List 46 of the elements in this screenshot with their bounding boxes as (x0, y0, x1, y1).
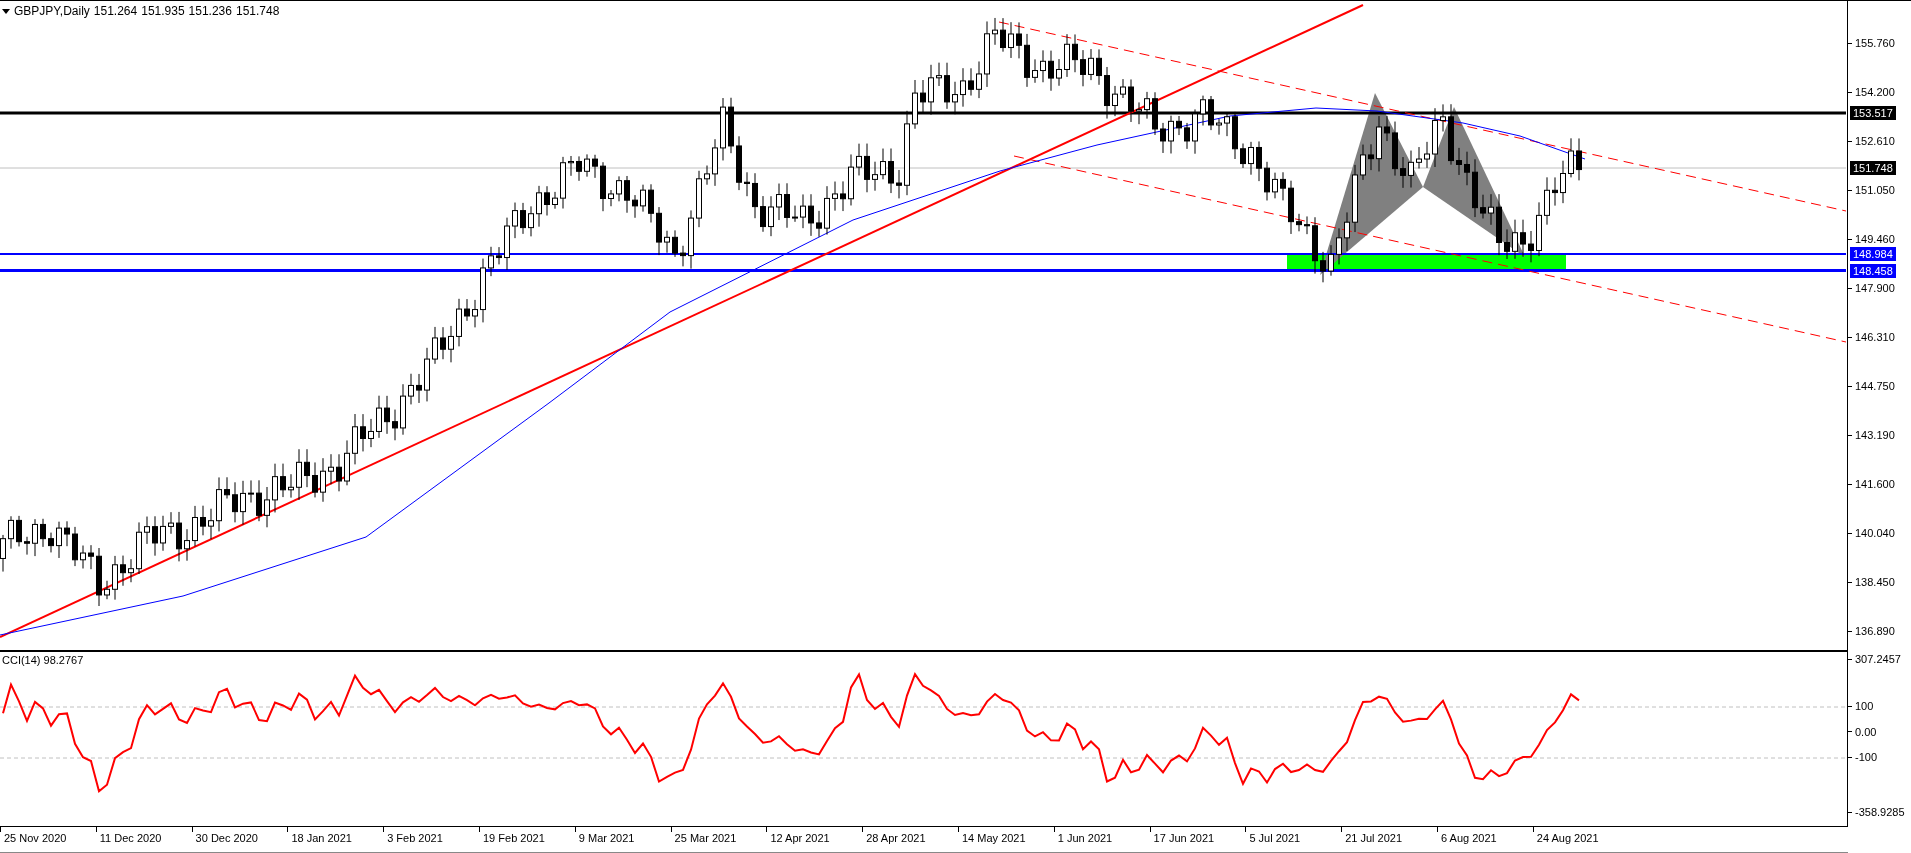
price-value: 151.236 (188, 4, 232, 18)
price-value: 151.935 (141, 4, 185, 18)
axis-label: -100 (1855, 751, 1878, 763)
axis-label: 147.900 (1855, 282, 1895, 294)
axis-label: 146.310 (1855, 331, 1895, 343)
price-tag: 151.748 (1850, 161, 1896, 175)
price-tag: 148.984 (1850, 247, 1896, 261)
axis-label: -358.9285 (1855, 806, 1905, 818)
date-label: 9 Mar 2021 (578, 831, 635, 844)
symbol-label: GBPJPY,Daily (14, 4, 90, 18)
axis-label: 307.2457 (1855, 653, 1901, 665)
date-label: 5 Jul 2021 (1249, 831, 1301, 844)
date-label: 14 May 2021 (962, 831, 1026, 844)
axis-label: 155.760 (1855, 37, 1895, 49)
axis-label: 136.890 (1855, 625, 1895, 637)
price-tag: 153.517 (1850, 106, 1896, 120)
axis-label: 144.750 (1855, 380, 1895, 392)
date-label: 11 Dec 2020 (99, 831, 162, 844)
axis-label: 140.040 (1855, 527, 1895, 539)
date-label: 30 Dec 2020 (195, 831, 258, 844)
axis-label: 138.450 (1855, 576, 1895, 588)
indicator-title: CCI(14) 98.2767 (2, 654, 84, 666)
axis-label: 152.610 (1855, 135, 1895, 147)
date-label: 17 Jun 2021 (1153, 831, 1215, 844)
axis-label: 141.600 (1855, 478, 1895, 490)
date-label: 6 Aug 2021 (1441, 831, 1497, 844)
price-value: 151.264 (93, 4, 138, 18)
date-label: 24 Aug 2021 (1536, 831, 1599, 844)
date-label: 25 Mar 2021 (674, 831, 737, 844)
price-tag: 148.458 (1850, 263, 1896, 278)
date-label: 1 Jun 2021 (1057, 831, 1113, 844)
date-label: 21 Jul 2021 (1345, 831, 1403, 844)
date-label: 25 Nov 2020 (4, 831, 67, 844)
axis-label: 143.190 (1855, 429, 1895, 441)
date-label: 28 Apr 2021 (866, 831, 926, 844)
date-label: 18 Jan 2021 (291, 831, 352, 844)
date-label: 3 Feb 2021 (387, 831, 443, 844)
axis-label: 100 (1855, 700, 1874, 712)
dropdown-caret-icon[interactable] (2, 8, 10, 14)
date-label: 19 Feb 2021 (483, 831, 545, 844)
price-value: 151.748 (236, 4, 280, 18)
date-label: 12 Apr 2021 (770, 831, 830, 844)
axis-label: 0.00 (1855, 725, 1877, 738)
axis-label: 154.200 (1855, 86, 1895, 98)
axis-label: 149.460 (1855, 233, 1895, 245)
axis-label: 151.050 (1855, 184, 1895, 196)
